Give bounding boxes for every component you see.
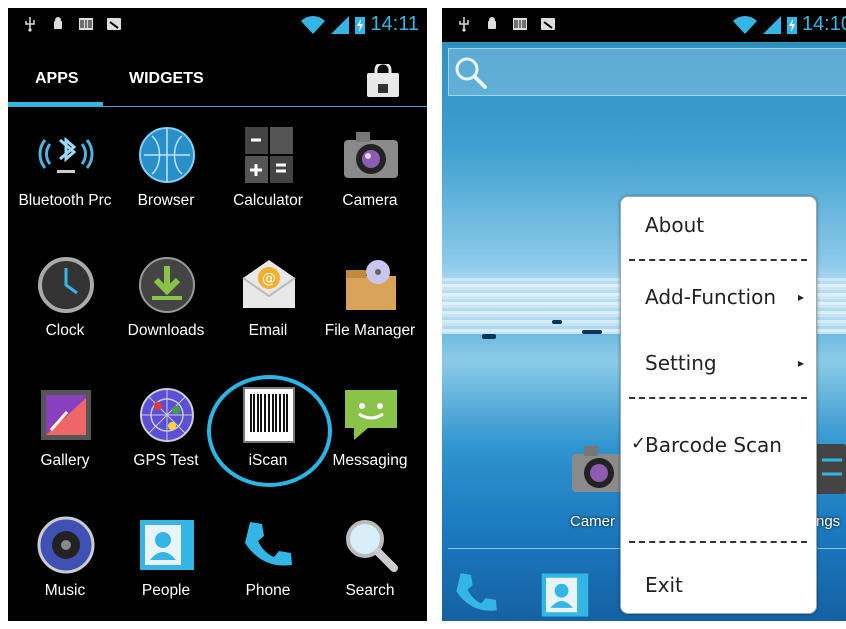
wallpaper-detail bbox=[552, 320, 562, 324]
app-label: Browser bbox=[137, 192, 195, 209]
menu-item-about[interactable]: About bbox=[645, 213, 704, 237]
wifi-icon bbox=[301, 15, 326, 34]
search-icon[interactable] bbox=[454, 56, 488, 90]
app-bluetooth[interactable]: Bluetooth Prc bbox=[13, 126, 117, 236]
app-search[interactable]: Search bbox=[318, 516, 422, 621]
signal-icon bbox=[762, 15, 781, 34]
app-file-manager[interactable]: File Manager bbox=[318, 256, 422, 366]
submenu-arrow-icon: ▸ bbox=[797, 290, 804, 304]
iscan-highlight-circle bbox=[207, 375, 332, 487]
usb-icon bbox=[459, 17, 469, 32]
app-phone[interactable]: Phone bbox=[216, 516, 320, 621]
clock-icon bbox=[38, 257, 94, 313]
settings-shortcut-icon[interactable] bbox=[812, 440, 846, 498]
app-label: People bbox=[141, 582, 191, 599]
app-music[interactable]: Music bbox=[13, 516, 117, 621]
app-gallery[interactable]: Gallery bbox=[13, 386, 117, 496]
play-store-icon[interactable] bbox=[365, 64, 401, 98]
app-gps-test[interactable]: GPS Test bbox=[114, 386, 218, 496]
status-bar: 14:10 bbox=[442, 8, 846, 42]
app-label: Clock bbox=[45, 322, 85, 339]
app-label: Music bbox=[44, 582, 86, 599]
menu-separator bbox=[629, 541, 807, 543]
camera-shortcut-label: Camer bbox=[570, 513, 616, 530]
app-label: Gallery bbox=[40, 452, 90, 469]
app-people[interactable]: People bbox=[114, 516, 218, 621]
status-bar: 14:11 bbox=[8, 8, 427, 42]
envelope-icon: @ bbox=[242, 260, 296, 308]
checkmark-icon: ✓ bbox=[631, 433, 647, 454]
status-time: 14:11 bbox=[370, 13, 419, 35]
download-icon bbox=[139, 257, 195, 313]
usb-icon bbox=[25, 17, 35, 32]
menu-separator bbox=[629, 259, 807, 261]
phone-icon bbox=[245, 522, 292, 566]
signal-icon bbox=[331, 15, 350, 34]
app-downloads[interactable]: Downloads bbox=[114, 256, 218, 366]
gallery-icon bbox=[41, 390, 91, 440]
app-email[interactable]: @ Email bbox=[216, 256, 320, 366]
tab-widgets[interactable]: WIDGETS bbox=[129, 70, 204, 88]
app-label: Downloads bbox=[127, 322, 205, 339]
app-label: File Manager bbox=[324, 322, 416, 339]
app-label: Email bbox=[248, 322, 288, 339]
screenshot-icon bbox=[541, 18, 555, 30]
battery-charging-icon bbox=[786, 16, 797, 34]
submenu-arrow-icon: ▸ bbox=[797, 356, 804, 370]
wallpaper-detail bbox=[482, 334, 496, 339]
app-calculator[interactable]: Calculator bbox=[216, 126, 320, 236]
app-label: Calculator bbox=[233, 192, 303, 209]
app-label: Phone bbox=[245, 582, 291, 599]
iscan-context-menu: About Add-Function ▸ Setting ▸ ✓ Barcode… bbox=[620, 196, 817, 614]
app-label: Camera bbox=[342, 192, 398, 209]
svg-text:@: @ bbox=[262, 271, 276, 287]
folder-icon bbox=[346, 260, 396, 310]
wallpaper-detail bbox=[582, 330, 602, 334]
calculator-icon bbox=[245, 127, 293, 183]
barcode-status-icon bbox=[79, 18, 93, 30]
people-dock-icon[interactable] bbox=[536, 570, 594, 620]
app-label: Search bbox=[345, 582, 395, 599]
tab-divider bbox=[8, 106, 427, 107]
app-drawer-screen: 14:11 APPS WIDGETS Bluetooth Prc Browser… bbox=[8, 8, 427, 621]
screenshot-icon bbox=[107, 18, 121, 30]
menu-separator bbox=[629, 397, 807, 399]
google-search-bar[interactable] bbox=[448, 48, 846, 96]
camera-icon bbox=[344, 132, 398, 178]
android-debug-icon bbox=[54, 17, 62, 29]
message-icon bbox=[345, 390, 397, 440]
barcode-status-icon bbox=[513, 18, 527, 30]
app-label: Bluetooth Prc bbox=[18, 192, 112, 209]
app-messaging[interactable]: Messaging bbox=[318, 386, 422, 496]
android-debug-icon bbox=[488, 17, 496, 29]
status-time: 14:10 bbox=[801, 13, 846, 35]
settings-shortcut-label: ngs bbox=[816, 513, 841, 530]
speaker-icon bbox=[37, 516, 95, 574]
wifi-icon bbox=[732, 15, 757, 34]
app-clock[interactable]: Clock bbox=[13, 256, 117, 366]
menu-item-barcode-scan[interactable]: Barcode Scan bbox=[645, 433, 782, 457]
app-camera[interactable]: Camera bbox=[318, 126, 422, 236]
battery-charging-icon bbox=[355, 16, 366, 34]
app-label: Messaging bbox=[332, 452, 408, 469]
menu-item-add-function[interactable]: Add-Function bbox=[645, 285, 776, 309]
menu-item-exit[interactable]: Exit bbox=[645, 573, 683, 597]
contact-icon bbox=[140, 520, 194, 570]
gps-icon bbox=[140, 388, 194, 442]
menu-item-setting[interactable]: Setting bbox=[645, 351, 717, 375]
app-browser[interactable]: Browser bbox=[114, 126, 218, 236]
app-label: GPS Test bbox=[133, 452, 199, 469]
magnifier-icon bbox=[346, 520, 398, 572]
tab-apps[interactable]: APPS bbox=[35, 70, 79, 88]
globe-icon bbox=[139, 127, 195, 183]
bluetooth-icon bbox=[38, 136, 94, 173]
phone-dock-icon[interactable] bbox=[452, 568, 502, 618]
